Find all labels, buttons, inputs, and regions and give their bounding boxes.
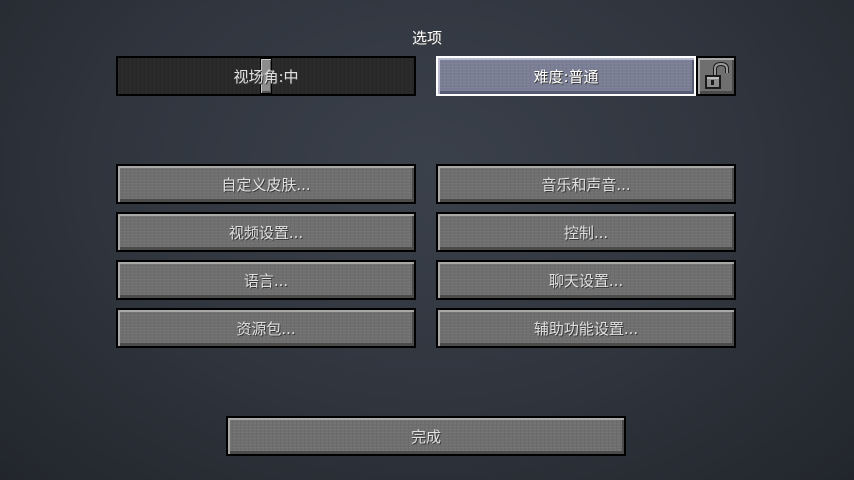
difficulty-button[interactable]: 难度:普通 [436, 56, 696, 96]
screen-title: 选项 [411, 29, 442, 47]
difficulty-button-label: 难度:普通 [533, 67, 599, 86]
difficulty-lock-button[interactable] [696, 56, 736, 96]
language-button[interactable]: 语言... [116, 260, 416, 300]
resource-packs-label: 资源包... [236, 319, 296, 338]
customize-skin-button[interactable]: 自定义皮肤... [116, 164, 416, 204]
done-label: 完成 [410, 427, 441, 446]
video-settings-label: 视频设置... [228, 223, 304, 242]
fov-slider[interactable]: 视场角:中 [116, 56, 416, 96]
done-button[interactable]: 完成 [226, 416, 626, 456]
controls-button[interactable]: 控制... [436, 212, 736, 252]
unlocked-padlock-icon [705, 61, 729, 89]
music-sound-label: 音乐和声音... [541, 175, 631, 194]
customize-skin-label: 自定义皮肤... [221, 175, 311, 194]
resource-packs-button[interactable]: 资源包... [116, 308, 416, 348]
options-screen: 选项 视场角:中 难度:普通 自定义皮肤... 音乐和声音... 视频设置...… [0, 0, 854, 480]
video-settings-button[interactable]: 视频设置... [116, 212, 416, 252]
music-sound-button[interactable]: 音乐和声音... [436, 164, 736, 204]
chat-settings-label: 聊天设置... [548, 271, 624, 290]
accessibility-settings-label: 辅助功能设置... [533, 319, 639, 338]
chat-settings-button[interactable]: 聊天设置... [436, 260, 736, 300]
accessibility-settings-button[interactable]: 辅助功能设置... [436, 308, 736, 348]
language-label: 语言... [243, 271, 289, 290]
fov-slider-label: 视场角:中 [233, 67, 299, 86]
controls-label: 控制... [563, 223, 609, 242]
